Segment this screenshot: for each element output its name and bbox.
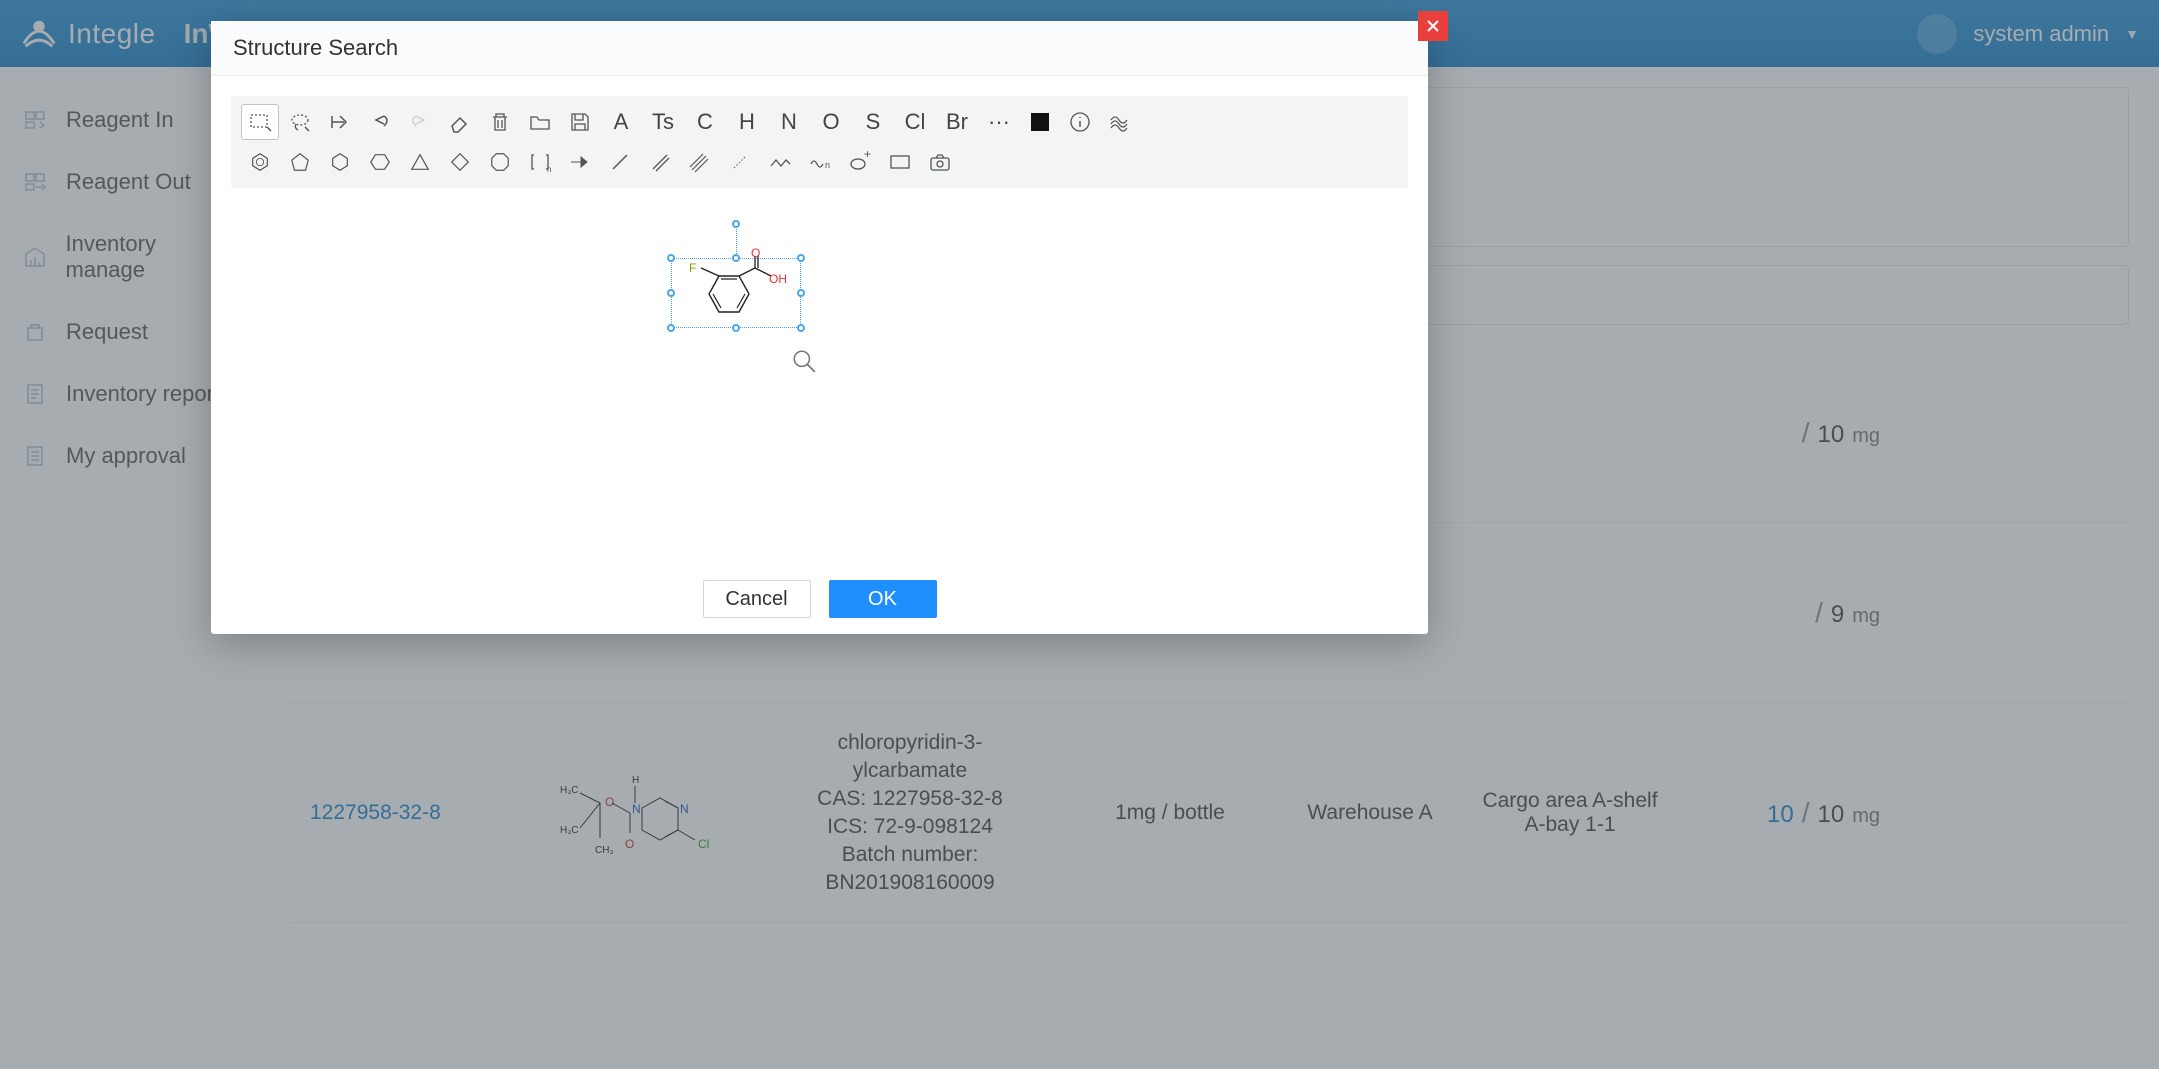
sketch-tool[interactable] (1101, 104, 1139, 140)
eraser-tool[interactable] (441, 104, 479, 140)
rotation-handle[interactable] (732, 220, 740, 228)
svg-text:n: n (547, 165, 551, 174)
molecule-selection[interactable]: O OH F (671, 248, 801, 338)
move-tool[interactable] (321, 104, 359, 140)
color-swatch-icon (1031, 113, 1049, 131)
svg-text:+: + (864, 150, 871, 161)
hexagon-alt-tool[interactable] (361, 144, 399, 180)
sn-chain-tool[interactable]: n (801, 144, 839, 180)
octagon-tool[interactable] (481, 144, 519, 180)
magnifier-icon[interactable] (791, 348, 817, 374)
close-icon (1426, 19, 1440, 33)
color-tool[interactable] (1021, 104, 1059, 140)
bracket-tool[interactable]: n (521, 144, 559, 180)
toolbar-row-1: A Ts C H N O S Cl Br ··· (241, 102, 1398, 142)
modal-header: Structure Search (211, 21, 1428, 76)
triangle-tool[interactable] (401, 144, 439, 180)
redo-tool[interactable] (401, 104, 439, 140)
atom-cl[interactable]: Cl (895, 104, 935, 140)
textbox-tool[interactable] (881, 144, 919, 180)
modal-body: A Ts C H N O S Cl Br ··· (211, 76, 1428, 634)
double-bond-tool[interactable] (641, 144, 679, 180)
atom-h[interactable]: H (727, 104, 767, 140)
atom-a[interactable]: A (601, 104, 641, 140)
atom-ts[interactable]: Ts (643, 104, 683, 140)
single-bond-tool[interactable] (601, 144, 639, 180)
select-rect-tool[interactable] (241, 104, 279, 140)
camera-tool[interactable] (921, 144, 959, 180)
toolbar-row-2: n n + (241, 142, 1398, 182)
lasso-tool[interactable] (281, 104, 319, 140)
diamond-tool[interactable] (441, 144, 479, 180)
structure-canvas[interactable]: O OH F (211, 188, 1428, 564)
atom-more[interactable]: ··· (979, 104, 1019, 140)
arrow-tool[interactable] (561, 144, 599, 180)
hexagon-tool[interactable] (321, 144, 359, 180)
ok-button[interactable]: OK (829, 580, 937, 618)
modal-footer: Cancel OK (211, 564, 1428, 634)
svg-text:n: n (825, 160, 830, 170)
chain-tool[interactable] (761, 144, 799, 180)
undo-tool[interactable] (361, 104, 399, 140)
atom-f-label: F (689, 261, 696, 275)
charge-tool[interactable]: + (841, 144, 879, 180)
atom-oh-label: OH (769, 272, 787, 286)
editor-toolbar: A Ts C H N O S Cl Br ··· (231, 96, 1408, 188)
modal-title: Structure Search (233, 35, 398, 61)
benzene-tool[interactable] (241, 144, 279, 180)
hash-bond-tool[interactable] (721, 144, 759, 180)
atom-s[interactable]: S (853, 104, 893, 140)
save-tool[interactable] (561, 104, 599, 140)
atom-o-label: O (751, 246, 760, 260)
cancel-button[interactable]: Cancel (703, 580, 811, 618)
close-button[interactable] (1418, 11, 1448, 41)
info-tool[interactable] (1061, 104, 1099, 140)
pentagon-tool[interactable] (281, 144, 319, 180)
atom-o[interactable]: O (811, 104, 851, 140)
atom-br[interactable]: Br (937, 104, 977, 140)
open-tool[interactable] (521, 104, 559, 140)
atom-c[interactable]: C (685, 104, 725, 140)
triple-bond-tool[interactable] (681, 144, 719, 180)
structure-search-modal: Structure Search A Ts C H N (211, 21, 1428, 634)
atom-n[interactable]: N (769, 104, 809, 140)
delete-tool[interactable] (481, 104, 519, 140)
